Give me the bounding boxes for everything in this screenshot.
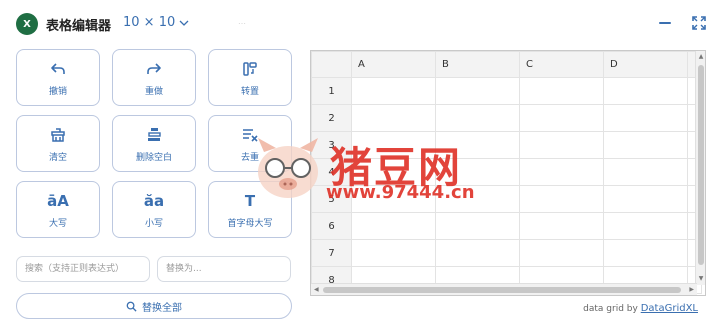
grid-cell[interactable] bbox=[519, 158, 604, 186]
search-input[interactable] bbox=[16, 256, 150, 282]
lowercase-label: 小写 bbox=[144, 219, 163, 229]
grid-cell[interactable] bbox=[603, 212, 688, 240]
grid-cell[interactable] bbox=[435, 239, 520, 267]
table-row: 1 bbox=[311, 77, 702, 105]
undo-button[interactable]: 撤销 bbox=[16, 49, 100, 106]
row-header[interactable]: 7 bbox=[311, 239, 352, 267]
minimize-icon bbox=[659, 22, 671, 24]
column-header[interactable]: B bbox=[435, 51, 520, 78]
grid-cell[interactable] bbox=[603, 185, 688, 213]
grid-cell[interactable] bbox=[519, 131, 604, 159]
column-header[interactable]: D bbox=[603, 51, 688, 78]
grid-cell[interactable] bbox=[435, 212, 520, 240]
capitalize-label: 首字母大写 bbox=[227, 219, 273, 229]
app-icon: X bbox=[16, 13, 38, 35]
grid-cell[interactable] bbox=[351, 77, 436, 105]
grid-cell[interactable] bbox=[603, 158, 688, 186]
transpose-label: 转置 bbox=[240, 87, 259, 97]
grid-cell[interactable] bbox=[435, 77, 520, 105]
table-row: 6 bbox=[311, 212, 702, 240]
delete-blank-icon bbox=[143, 124, 165, 146]
undo-label: 撤销 bbox=[48, 87, 67, 97]
app-title: 表格编辑器 bbox=[46, 19, 112, 34]
row-header[interactable]: 1 bbox=[311, 77, 352, 105]
replace-all-button[interactable]: 替换全部 bbox=[16, 293, 292, 319]
grid-cell[interactable] bbox=[519, 77, 604, 105]
delete-blank-label: 删除空白 bbox=[135, 153, 172, 163]
horizontal-scrollbar[interactable]: ◀ ▶ bbox=[311, 283, 697, 295]
scroll-down-icon[interactable]: ▼ bbox=[697, 275, 705, 283]
row-header[interactable]: 2 bbox=[311, 104, 352, 132]
watermark: 猪豆网 www.97444.cn bbox=[250, 130, 490, 210]
credit: data grid by DataGridXL bbox=[583, 303, 698, 314]
clear-label: 清空 bbox=[48, 153, 67, 163]
vertical-scroll-thumb[interactable] bbox=[698, 65, 704, 265]
table-row: 7 bbox=[311, 239, 702, 267]
watermark-url: www.97444.cn bbox=[326, 182, 475, 203]
horizontal-scroll-thumb[interactable] bbox=[323, 287, 681, 293]
scroll-left-icon[interactable]: ◀ bbox=[314, 286, 319, 293]
grid-cell[interactable] bbox=[351, 104, 436, 132]
grid-size-dropdown[interactable]: 10 × 10 bbox=[123, 15, 189, 30]
replace-input[interactable] bbox=[157, 256, 291, 282]
grid-cell[interactable] bbox=[351, 212, 436, 240]
uppercase-icon: āA bbox=[47, 192, 69, 210]
chevron-down-icon bbox=[179, 20, 189, 26]
grid-cell[interactable] bbox=[435, 104, 520, 132]
grid-cell[interactable] bbox=[519, 104, 604, 132]
grid-cell[interactable] bbox=[519, 239, 604, 267]
uppercase-button[interactable]: āA 大写 bbox=[16, 181, 100, 238]
grid-size-label: 10 × 10 bbox=[123, 15, 176, 30]
clear-icon bbox=[47, 124, 69, 146]
row-header[interactable]: 6 bbox=[311, 212, 352, 240]
header-hint: … bbox=[238, 17, 246, 26]
grid-cell[interactable] bbox=[603, 239, 688, 267]
credit-link[interactable]: DataGridXL bbox=[641, 303, 698, 314]
lowercase-icon: ăa bbox=[143, 192, 165, 210]
search-icon bbox=[126, 301, 137, 312]
redo-icon bbox=[143, 58, 165, 80]
lowercase-button[interactable]: ăa 小写 bbox=[112, 181, 196, 238]
fullscreen-icon[interactable] bbox=[690, 14, 708, 32]
grid-cell[interactable] bbox=[603, 77, 688, 105]
grid-cell[interactable] bbox=[603, 104, 688, 132]
grid-cell[interactable] bbox=[603, 131, 688, 159]
credit-prefix: data grid by bbox=[583, 304, 641, 314]
redo-button[interactable]: 重做 bbox=[112, 49, 196, 106]
uppercase-label: 大写 bbox=[48, 219, 67, 229]
delete-blank-button[interactable]: 删除空白 bbox=[112, 115, 196, 172]
table-row: 2 bbox=[311, 104, 702, 132]
column-header[interactable]: A bbox=[351, 51, 436, 78]
undo-icon bbox=[47, 58, 69, 80]
minimize-button[interactable] bbox=[656, 14, 674, 32]
grid-corner[interactable] bbox=[311, 51, 352, 78]
grid-cell[interactable] bbox=[519, 185, 604, 213]
clear-button[interactable]: 清空 bbox=[16, 115, 100, 172]
scroll-up-icon[interactable]: ▲ bbox=[697, 53, 705, 61]
transpose-button[interactable]: 转置 bbox=[208, 49, 292, 106]
grid-cell[interactable] bbox=[519, 212, 604, 240]
scroll-right-icon[interactable]: ▶ bbox=[689, 286, 694, 293]
grid-cell[interactable] bbox=[351, 239, 436, 267]
replace-all-label: 替换全部 bbox=[142, 302, 182, 314]
column-header[interactable]: C bbox=[519, 51, 604, 78]
redo-label: 重做 bbox=[144, 87, 163, 97]
transpose-icon bbox=[239, 58, 261, 80]
pig-logo-icon bbox=[258, 138, 318, 198]
vertical-scrollbar[interactable]: ▲ ▼ bbox=[695, 51, 705, 285]
